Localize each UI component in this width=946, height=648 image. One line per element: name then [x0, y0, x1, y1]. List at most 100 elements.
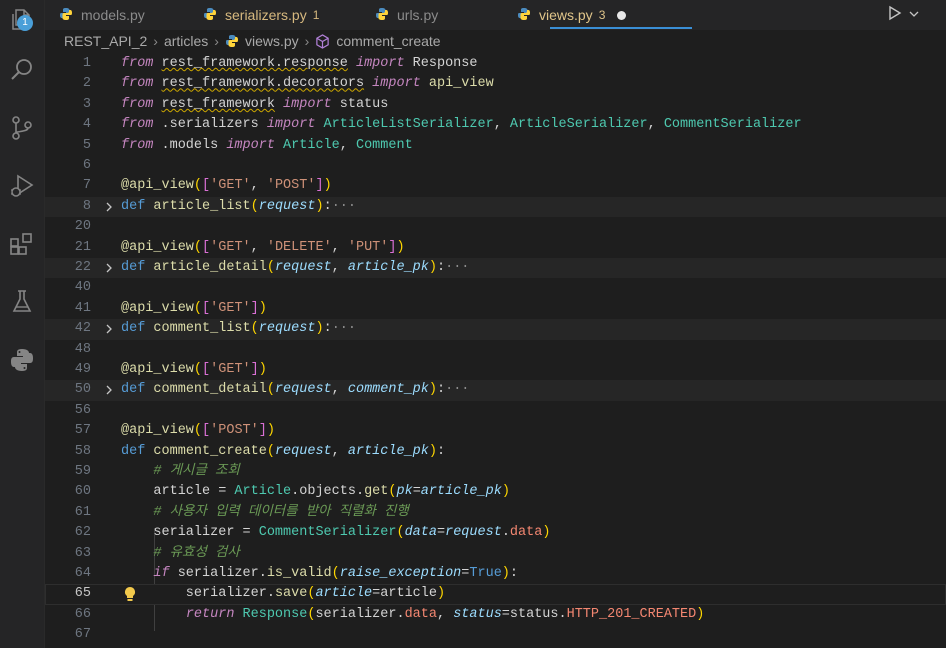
code-line[interactable]: 20 [45, 217, 946, 237]
code-text[interactable]: @api_view(['GET']) [121, 360, 267, 380]
code-line[interactable]: 6 [45, 156, 946, 176]
code-line[interactable]: 59 # 게시글 조회 [45, 462, 946, 482]
code-text[interactable]: return Response(serializer.data, status=… [121, 605, 705, 625]
line-number: 50 [74, 382, 91, 398]
line-number: 57 [74, 423, 91, 439]
code-line[interactable]: 66 return Response(serializer.data, stat… [45, 605, 946, 625]
code-text[interactable]: def comment_detail(request, comment_pk):… [121, 380, 469, 400]
code-text[interactable]: # 유효성 검사 [121, 544, 239, 564]
run-debug-icon[interactable] [0, 166, 44, 206]
code-line[interactable]: 60 article = Article.objects.get(pk=arti… [45, 482, 946, 502]
tab-actions [887, 0, 919, 30]
code-text[interactable]: from .models import Article, Comment [121, 136, 413, 156]
code-line[interactable]: 56 [45, 401, 946, 421]
python-file-icon [59, 7, 73, 24]
chevron-down-icon[interactable] [909, 6, 919, 24]
code-line[interactable]: 64 if serializer.is_valid(raise_exceptio… [45, 564, 946, 584]
code-text[interactable]: # 사용자 입력 데이터를 받아 직렬화 진행 [121, 503, 408, 523]
code-line[interactable]: 3 from rest_framework import status [45, 95, 946, 115]
fold-chevron-icon[interactable] [103, 319, 115, 339]
fold-chevron-icon[interactable] [103, 197, 115, 217]
code-text[interactable]: from rest_framework.response import Resp… [121, 54, 478, 74]
tab-models[interactable]: models.py [59, 0, 145, 30]
code-text[interactable]: @api_view(['POST']) [121, 421, 275, 441]
code-text[interactable]: # 게시글 조회 [121, 462, 239, 482]
code-line[interactable]: 1 from rest_framework.response import Res… [45, 54, 946, 74]
code-text[interactable]: @api_view(['GET']) [121, 299, 267, 319]
tab-label: serializers.py [225, 7, 307, 23]
code-text[interactable]: def article_detail(request, article_pk):… [121, 258, 469, 278]
explorer-icon[interactable]: 1 [0, 0, 44, 40]
breadcrumb-item[interactable]: views.py [245, 33, 299, 49]
code-line[interactable]: 50 def comment_detail(request, comment_pk… [45, 380, 946, 401]
code-line[interactable]: 21 @api_view(['GET', 'DELETE', 'PUT']) [45, 238, 946, 258]
code-line[interactable]: 48 [45, 340, 946, 360]
unsaved-dot-icon[interactable] [617, 10, 627, 20]
chevron-right-icon: › [304, 33, 310, 49]
python-file-icon [225, 34, 239, 48]
code-line[interactable]: 63 # 유효성 검사 [45, 544, 946, 564]
python-icon[interactable] [0, 340, 44, 380]
line-number: 2 [82, 76, 91, 92]
code-text[interactable]: @api_view(['GET', 'DELETE', 'PUT']) [121, 238, 405, 258]
line-number: 6 [82, 158, 91, 173]
code-text[interactable]: if serializer.is_valid(raise_exception=T… [121, 564, 518, 584]
search-icon[interactable] [0, 50, 44, 90]
python-file-icon [375, 7, 389, 24]
problem-count: 1 [312, 8, 320, 22]
code-line[interactable]: 4 from .serializers import ArticleListSer… [45, 115, 946, 135]
code-text[interactable]: from rest_framework.decorators import ap… [121, 74, 494, 94]
line-number: 59 [74, 464, 91, 479]
testing-icon[interactable] [0, 282, 44, 322]
code-text[interactable]: def comment_create(request, article_pk): [121, 442, 445, 462]
code-line[interactable]: 7 @api_view(['GET', 'POST']) [45, 176, 946, 196]
code-line[interactable]: 42 def comment_list(request):··· [45, 319, 946, 340]
code-line[interactable]: 41 @api_view(['GET']) [45, 299, 946, 319]
extensions-icon[interactable] [0, 224, 44, 264]
code-text[interactable]: from rest_framework import status [121, 95, 388, 115]
python-file-icon [517, 7, 531, 24]
code-line[interactable]: 49 @api_view(['GET']) [45, 360, 946, 380]
breadcrumb-item[interactable]: comment_create [336, 33, 440, 49]
code-text[interactable]: serializer.save(article=article) [121, 584, 445, 604]
code-text[interactable]: from .serializers import ArticleListSeri… [121, 115, 802, 135]
line-number: 1 [82, 56, 91, 71]
line-number: 62 [74, 525, 91, 541]
breadcrumb-item[interactable]: REST_API_2 [64, 33, 147, 49]
code-text[interactable]: serializer = CommentSerializer(data=requ… [121, 523, 550, 543]
fold-chevron-icon[interactable] [103, 380, 115, 400]
line-number: 64 [74, 566, 91, 581]
code-text[interactable]: @api_view(['GET', 'POST']) [121, 176, 332, 196]
code-line[interactable]: 65 serializer.save(article=article) [45, 584, 946, 605]
problem-count: 3 [598, 8, 606, 22]
code-line[interactable]: 8 def article_list(request):··· [45, 196, 946, 218]
breadcrumb-item[interactable]: articles [164, 33, 208, 49]
run-icon[interactable] [887, 5, 903, 26]
code-text[interactable]: def article_list(request):··· [121, 197, 356, 217]
code-editor[interactable]: 1 from rest_framework.response import Res… [45, 54, 946, 648]
tab-serializers[interactable]: serializers.py 1 [203, 0, 319, 30]
code-line[interactable]: 40 [45, 278, 946, 298]
code-line[interactable]: 62 serializer = CommentSerializer(data=r… [45, 523, 946, 543]
code-line[interactable]: 2 from rest_framework.decorators import a… [45, 74, 946, 94]
line-number: 3 [82, 96, 91, 112]
code-line[interactable]: 22 def article_detail(request, article_pk… [45, 258, 946, 279]
tab-bar: models.py serializers.py 1 urls.py views… [45, 0, 946, 30]
code-line[interactable]: 58 def comment_create(request, article_pk… [45, 442, 946, 462]
tab-urls[interactable]: urls.py [375, 0, 438, 30]
fold-chevron-icon[interactable] [103, 258, 115, 278]
line-number: 61 [74, 504, 91, 520]
line-number: 48 [74, 341, 91, 357]
code-text[interactable]: article = Article.objects.get(pk=article… [121, 482, 510, 502]
code-line[interactable]: 5 from .models import Article, Comment [45, 136, 946, 156]
source-control-icon[interactable] [0, 108, 44, 148]
tab-views[interactable]: views.py 3 [517, 0, 627, 30]
line-number: 22 [74, 260, 91, 275]
scm-badge: 1 [17, 15, 33, 31]
code-line[interactable]: 67 [45, 625, 946, 645]
line-number: 42 [74, 321, 91, 337]
code-line[interactable]: 61 # 사용자 입력 데이터를 받아 직렬화 진행 [45, 503, 946, 523]
breadcrumb: REST_API_2 › articles › views.py › comme… [45, 30, 946, 52]
code-line[interactable]: 57 @api_view(['POST']) [45, 421, 946, 441]
code-text[interactable]: def comment_list(request):··· [121, 319, 356, 339]
